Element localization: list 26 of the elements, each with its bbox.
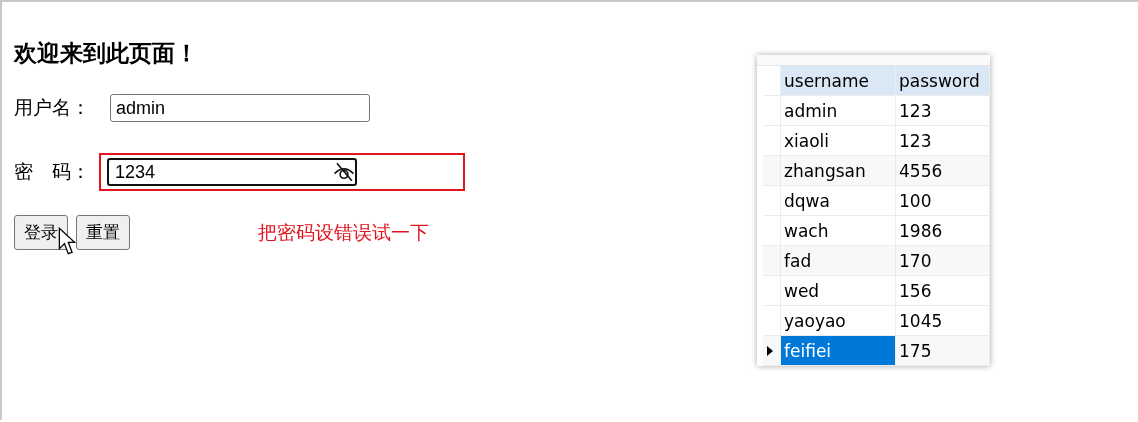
table-cell: 100 bbox=[896, 186, 990, 216]
password-label: 密 码： bbox=[14, 159, 91, 184]
column-header[interactable]: password bbox=[896, 66, 990, 96]
password-field[interactable]: 1234 bbox=[109, 161, 321, 183]
username-field[interactable]: admin bbox=[110, 94, 370, 122]
row-marker-icon bbox=[767, 345, 773, 356]
hint-text: 把密码设错误试一下 bbox=[258, 219, 429, 245]
table-cell: 175 bbox=[896, 336, 990, 366]
table-cell: feifiei bbox=[781, 336, 896, 366]
table-cell: 4556 bbox=[896, 156, 990, 186]
form-button[interactable]: 重置 bbox=[76, 215, 130, 250]
table-cell: wed bbox=[781, 276, 896, 306]
mouse-pointer-icon bbox=[58, 227, 76, 255]
column-header[interactable]: username bbox=[781, 66, 896, 96]
table-cell: fad bbox=[781, 246, 896, 276]
table-cell: 123 bbox=[896, 96, 990, 126]
table-cell: 156 bbox=[896, 276, 990, 306]
table-cell: 170 bbox=[896, 246, 990, 276]
page-heading: 欢迎来到此页面！ bbox=[14, 39, 199, 68]
row-header[interactable] bbox=[763, 336, 781, 366]
password-field[interactable]: 1234 bbox=[107, 158, 357, 186]
table-cell: dqwa bbox=[781, 186, 896, 216]
table-cell: admin bbox=[781, 96, 896, 126]
eye-slash-icon[interactable] bbox=[333, 160, 355, 184]
username-label: 用户名： bbox=[14, 95, 91, 120]
table-cell: zhangsan bbox=[781, 156, 896, 186]
